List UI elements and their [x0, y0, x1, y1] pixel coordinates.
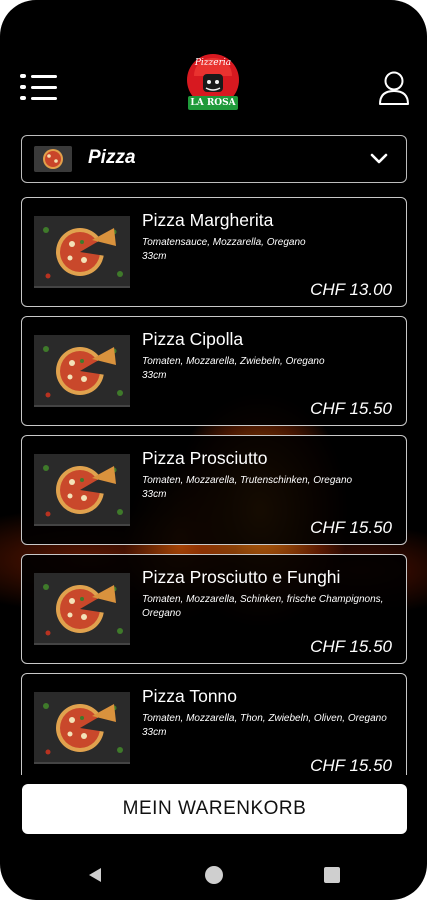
product-price: CHF 15.50 [310, 399, 392, 418]
product-ingredients: Tomaten, Mozzarella, Zwiebeln, Oregano [142, 356, 325, 367]
recent-square-icon[interactable] [324, 867, 340, 883]
product-description: Tomaten, Mozzarella, Trutenschinken, Ore… [142, 474, 400, 502]
product-image [34, 454, 130, 526]
app-screen: Pizzeria LA ROSA Pizza Pizza Margherita T… [0, 0, 427, 900]
product-image [34, 692, 130, 764]
product-price: CHF 13.00 [310, 280, 392, 299]
home-circle-icon[interactable] [205, 866, 223, 884]
product-ingredients: Tomatensauce, Mozzarella, Oregano [142, 237, 306, 248]
product-card[interactable]: Pizza Prosciutto Tomaten, Mozzarella, Tru… [21, 435, 407, 545]
product-name: Pizza Prosciutto [142, 448, 268, 468]
product-name: Pizza Tonno [142, 686, 238, 706]
product-description: Tomatensauce, Mozzarella, Oregano 33cm [142, 236, 400, 264]
product-size: 33cm [142, 489, 167, 500]
category-label: Pizza [88, 147, 136, 168]
menu-list-icon[interactable] [20, 74, 58, 102]
product-image [34, 335, 130, 407]
chevron-down-icon[interactable] [370, 152, 388, 166]
product-size: 33cm [142, 727, 167, 738]
product-ingredients: Tomaten, Mozzarella, Thon, Zwiebeln, Oli… [142, 713, 387, 724]
product-ingredients: Tomaten, Mozzarella, Schinken, frische C… [142, 594, 384, 619]
logo-text-bottom: LA ROSA [190, 98, 236, 108]
category-thumbnail [34, 146, 72, 172]
product-card[interactable]: Pizza Tonno Tomaten, Mozzarella, Thon, Zw… [21, 673, 407, 775]
product-price: CHF 15.50 [310, 637, 392, 656]
product-price: CHF 15.50 [310, 756, 392, 775]
product-card[interactable]: Pizza Cipolla Tomaten, Mozzarella, Zwiebe… [21, 316, 407, 426]
user-icon[interactable] [377, 70, 411, 106]
product-description: Tomaten, Mozzarella, Schinken, frische C… [142, 593, 400, 621]
product-size: 33cm [142, 370, 167, 381]
product-size: 33cm [142, 251, 167, 262]
product-image [34, 573, 130, 645]
product-card[interactable]: Pizza Margherita Tomatensauce, Mozzarella… [21, 197, 407, 307]
cart-button[interactable]: MEIN WARENKORB [22, 784, 407, 834]
logo-text-top: Pizzeria [194, 58, 232, 68]
product-description: Tomaten, Mozzarella, Thon, Zwiebeln, Oli… [142, 712, 400, 740]
product-name: Pizza Margherita [142, 210, 274, 230]
product-name: Pizza Prosciutto e Funghi [142, 567, 341, 587]
product-name: Pizza Cipolla [142, 329, 244, 349]
pizzeria-logo: Pizzeria LA ROSA [180, 52, 246, 116]
product-description: Tomaten, Mozzarella, Zwiebeln, Oregano 33… [142, 355, 400, 383]
product-price: CHF 15.50 [310, 518, 392, 537]
category-select[interactable]: Pizza [21, 135, 407, 183]
back-triangle-icon[interactable] [86, 866, 104, 884]
product-card[interactable]: Pizza Prosciutto e Funghi Tomaten, Mozzar… [21, 554, 407, 664]
product-list[interactable]: Pizza Margherita Tomatensauce, Mozzarella… [21, 197, 407, 775]
product-image [34, 216, 130, 288]
product-ingredients: Tomaten, Mozzarella, Trutenschinken, Ore… [142, 475, 353, 486]
